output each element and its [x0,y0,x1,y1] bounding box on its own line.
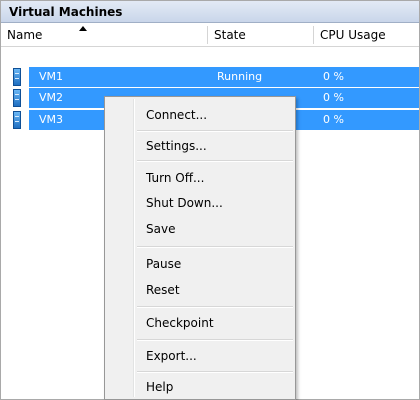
menu-separator [137,246,293,248]
menu-item-label: Turn Off... [146,171,205,185]
row-state-cell: Running [217,70,263,83]
menu-separator [137,339,293,341]
menu-separator [137,160,293,162]
column-header-name[interactable]: Name [1,24,201,46]
row-cpu-cell: 0 % [323,113,344,126]
column-header-cpu-label: CPU Usage [320,28,386,42]
menu-item-label: Checkpoint [146,316,214,330]
menu-item-settings[interactable]: Settings... [107,134,293,158]
menu-item-turn-off[interactable]: Turn Off... [107,166,293,190]
virtual-machine-icon [13,68,21,86]
column-header-state-label: State [214,28,246,42]
menu-separator [137,371,293,373]
row-cpu-cell: 0 % [323,70,344,83]
context-menu: Connect... Settings... Turn Off... Shut … [104,96,296,400]
sort-ascending-icon [79,26,87,31]
menu-item-label: Save [146,222,176,236]
menu-item-pause[interactable]: Pause [107,252,293,276]
menu-separator [137,306,293,308]
menu-item-label: Help [146,380,174,394]
menu-item-shut-down[interactable]: Shut Down... [107,191,293,215]
column-headers: Name State CPU Usage [1,24,419,47]
menu-item-reset[interactable]: Reset [107,278,293,302]
menu-item-label: Shut Down... [146,196,223,210]
menu-item-save[interactable]: Save [107,217,293,241]
menu-item-label: Connect... [146,108,208,122]
menu-item-help[interactable]: Help [107,375,293,399]
column-header-state[interactable]: State [208,24,313,46]
row-name-cell: VM3 [39,113,64,126]
menu-item-label: Reset [146,283,180,297]
virtual-machine-icon [13,89,21,107]
panel-title: Virtual Machines [1,1,419,23]
row-name-cell: VM1 [39,70,64,83]
column-header-name-label: Name [7,28,43,42]
menu-separator [137,130,293,132]
menu-item-checkpoint[interactable]: Checkpoint [107,311,293,335]
menu-item-label: Pause [146,257,182,271]
menu-item-connect[interactable]: Connect... [107,103,293,127]
row-name-cell: VM2 [39,91,64,104]
menu-item-label: Settings... [146,139,207,153]
menu-item-label: Export... [146,349,197,363]
row-cpu-cell: 0 % [323,91,344,104]
menu-item-export[interactable]: Export... [107,344,293,368]
virtual-machine-icon [13,111,21,129]
column-header-cpu[interactable]: CPU Usage [314,24,419,46]
table-row[interactable]: VM1 Running 0 % [1,67,419,87]
